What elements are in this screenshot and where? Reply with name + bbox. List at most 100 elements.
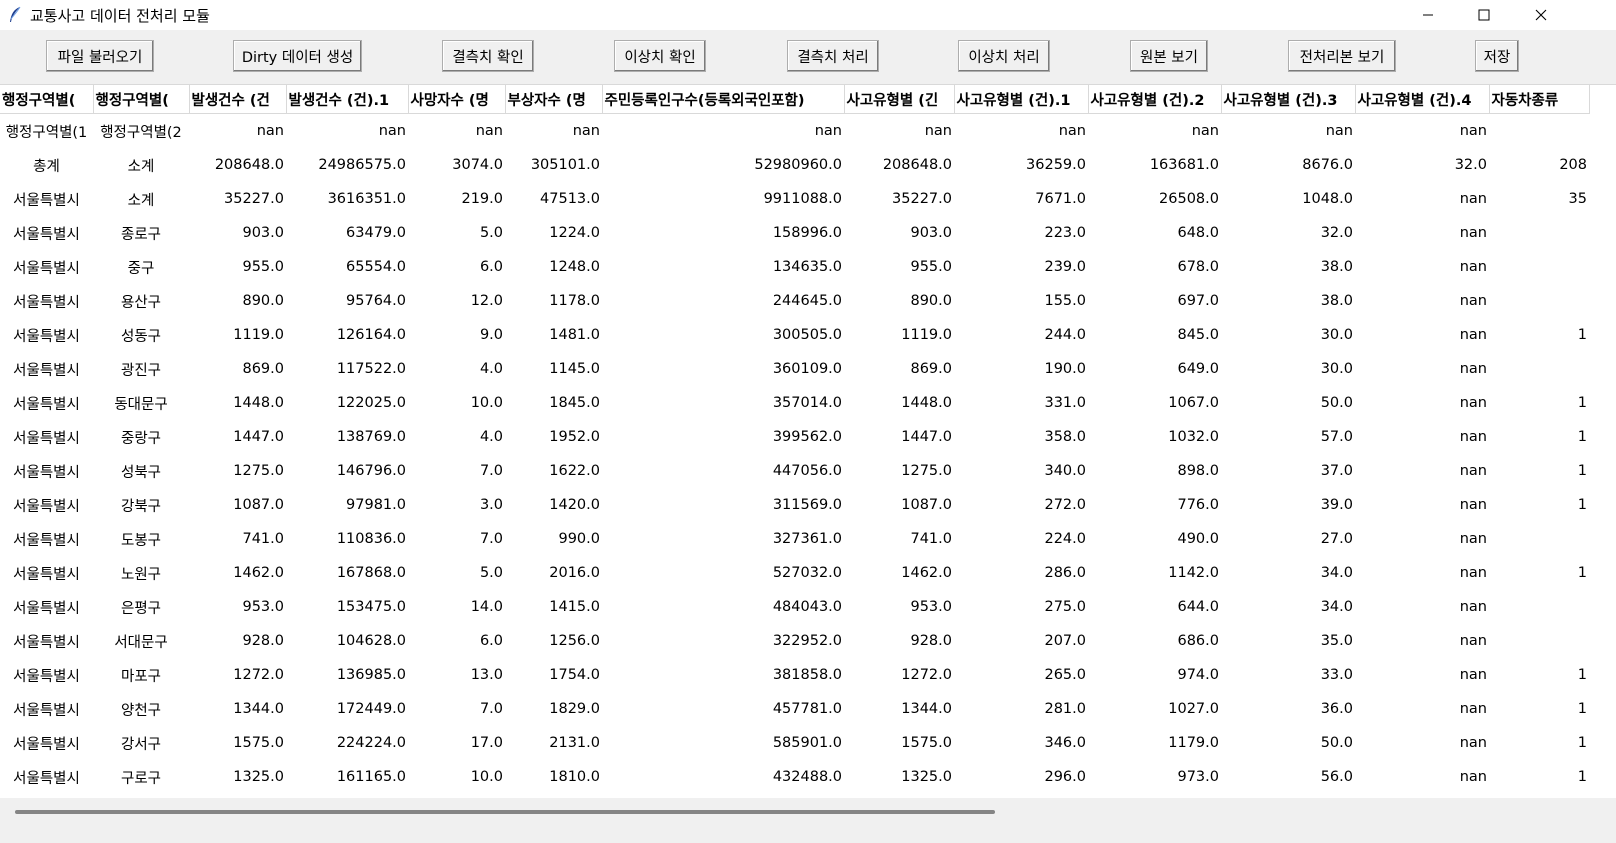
column-header[interactable]: 사고유형별 (건).4 — [1355, 85, 1490, 114]
column-header[interactable]: 주민등록인구수(등록외국인포함) — [602, 85, 845, 114]
handle-outliers-button[interactable]: 이상치 처리 — [958, 40, 1050, 72]
column-header[interactable]: 사고유형별 (건).3 — [1221, 85, 1356, 114]
table-cell: 117522.0 — [336, 361, 406, 377]
table-cell: nan — [1459, 667, 1487, 683]
table-cell: 244645.0 — [772, 293, 842, 309]
table-row[interactable]: 서울특별시 중랑구 1447.0 138769.0 4.0 1952.0 399562.0 1… — [0, 420, 1589, 454]
table-cell: 63479.0 — [346, 225, 406, 241]
table-cell: 총계 — [33, 158, 60, 175]
table-row[interactable]: 총계 소계 208648.0 24986575.0 3074.0 305101.0 5298… — [0, 148, 1589, 182]
table-row[interactable]: 서울특별시 성북구 1275.0 146796.0 7.0 1622.0 447056.0 1… — [0, 454, 1589, 488]
table-cell: 686.0 — [1177, 633, 1219, 649]
table-cell: 275.0 — [1044, 599, 1086, 615]
table-cell: 432488.0 — [772, 769, 842, 785]
table-row[interactable]: 서울특별시 종로구 903.0 63479.0 5.0 1224.0 158996.0 903… — [0, 216, 1589, 250]
table-cell: 양천구 — [120, 702, 162, 719]
table-cell: 10.0 — [470, 769, 503, 785]
table-cell: 1448.0 — [233, 395, 284, 411]
table-cell: 136985.0 — [336, 667, 406, 683]
table-cell: 1344.0 — [233, 701, 284, 717]
column-header[interactable]: 사고유형별 (긴 — [844, 85, 955, 114]
minimize-button[interactable] — [1405, 0, 1451, 30]
column-header[interactable]: 행정구역별( — [93, 85, 190, 114]
view-processed-button[interactable]: 전처리본 보기 — [1288, 40, 1396, 72]
table-cell: 13.0 — [470, 667, 503, 683]
table-row[interactable]: 서울특별시 중구 955.0 65554.0 6.0 1248.0 134635.0 955.… — [0, 250, 1589, 284]
view-original-button[interactable]: 원본 보기 — [1130, 40, 1208, 72]
table-cell: 1 — [1577, 429, 1587, 445]
table-cell: 1 — [1577, 463, 1587, 479]
table-row[interactable]: 서울특별시 광진구 869.0 117522.0 4.0 1145.0 360109.0 86… — [0, 352, 1589, 386]
table-cell: 1 — [1577, 667, 1587, 683]
save-button[interactable]: 저장 — [1475, 40, 1519, 72]
table-cell: 110836.0 — [336, 531, 406, 547]
table-cell — [1489, 284, 1589, 318]
table-cell: 845.0 — [1177, 327, 1219, 343]
table-cell: 1325.0 — [233, 769, 284, 785]
table-row[interactable]: 서울특별시 소계 35227.0 3616351.0 219.0 47513.0 99110… — [0, 182, 1589, 216]
table-cell: 776.0 — [1177, 497, 1219, 513]
table-cell: 1 — [1577, 701, 1587, 717]
column-header[interactable]: 발생건수 (건).1 — [286, 85, 409, 114]
table-row[interactable]: 서울특별시 양천구 1344.0 172449.0 7.0 1829.0 457781.0 1… — [0, 692, 1589, 726]
table-cell: nan — [1191, 123, 1219, 139]
table-cell: 38.0 — [1320, 293, 1353, 309]
table-cell: 1178.0 — [549, 293, 600, 309]
generate-dirty-data-button[interactable]: Dirty 데이터 생성 — [233, 40, 362, 72]
table-cell: 서울특별시 — [13, 668, 80, 685]
column-header[interactable]: 행정구역별( — [0, 85, 94, 114]
table-cell: 광진구 — [120, 362, 162, 379]
table-cell: 서울특별시 — [13, 430, 80, 447]
table-cell: 167868.0 — [336, 565, 406, 581]
table-row[interactable]: 서울특별시 용산구 890.0 95764.0 12.0 1178.0 244645.0 89… — [0, 284, 1589, 318]
table-cell: nan — [572, 123, 600, 139]
toolbar: 파일 불러오기 Dirty 데이터 생성 결측치 확인 이상치 확인 결측치 처… — [0, 30, 1616, 80]
table-cell: 649.0 — [1177, 361, 1219, 377]
table-cell — [1489, 522, 1589, 556]
table-cell: 용산구 — [120, 294, 162, 311]
table-row[interactable]: 서울특별시 강서구 1575.0 224224.0 17.0 2131.0 585901.0… — [0, 726, 1589, 760]
table-cell: nan — [1459, 769, 1487, 785]
table-cell: nan — [1058, 123, 1086, 139]
table-row[interactable]: 행정구역별(1 행정구역별(2 nan nan nan nan nan nan nan nan na… — [0, 114, 1589, 149]
maximize-button[interactable] — [1461, 0, 1507, 30]
column-header[interactable]: 자동차종류 — [1489, 85, 1590, 114]
column-header[interactable]: 사고유형별 (건).2 — [1088, 85, 1222, 114]
table-row[interactable]: 서울특별시 강북구 1087.0 97981.0 3.0 1420.0 311569.0 10… — [0, 488, 1589, 522]
table-cell: nan — [1459, 565, 1487, 581]
table-cell: 서울특별시 — [13, 770, 80, 787]
table-row[interactable]: 서울특별시 마포구 1272.0 136985.0 13.0 1754.0 381858.0… — [0, 658, 1589, 692]
table-row[interactable]: 서울특별시 동대문구 1448.0 122025.0 10.0 1845.0 357014.… — [0, 386, 1589, 420]
table-cell: 1248.0 — [549, 259, 600, 275]
table-cell: 138769.0 — [336, 429, 406, 445]
check-outliers-button[interactable]: 이상치 확인 — [614, 40, 706, 72]
table-cell: 32.0 — [1320, 225, 1353, 241]
column-header[interactable]: 사망자수 (명 — [408, 85, 506, 114]
column-header[interactable]: 발생건수 (건 — [189, 85, 287, 114]
table-cell: 1272.0 — [233, 667, 284, 683]
close-button[interactable] — [1518, 0, 1564, 30]
table-row[interactable]: 서울특별시 성동구 1119.0 126164.0 9.0 1481.0 300505.0 1… — [0, 318, 1589, 352]
table-cell: 14.0 — [470, 599, 503, 615]
table-row[interactable]: 서울특별시 은평구 953.0 153475.0 14.0 1415.0 484043.0 9… — [0, 590, 1589, 624]
table-row[interactable]: 서울특별시 노원구 1462.0 167868.0 5.0 2016.0 527032.0 1… — [0, 556, 1589, 590]
table-cell: 208 — [1559, 157, 1587, 173]
table-row[interactable]: 서울특별시 도봉구 741.0 110836.0 7.0 990.0 327361.0 741… — [0, 522, 1589, 556]
data-table[interactable]: 행정구역별(행정구역별(발생건수 (건 발생건수 (건).1 사망자수 (명 부상자수… — [0, 84, 1616, 799]
column-header[interactable]: 사고유형별 (건).1 — [954, 85, 1089, 114]
table-cell: 37.0 — [1320, 463, 1353, 479]
table-cell — [1489, 216, 1589, 250]
handle-missing-button[interactable]: 결측치 처리 — [787, 40, 879, 72]
column-header[interactable]: 부상자수 (명 — [505, 85, 603, 114]
table-cell: 1027.0 — [1168, 701, 1219, 717]
horizontal-scrollbar[interactable] — [0, 798, 1616, 843]
table-cell: 126164.0 — [336, 327, 406, 343]
table-cell: 1032.0 — [1168, 429, 1219, 445]
check-missing-button[interactable]: 결측치 확인 — [442, 40, 534, 72]
table-cell: 381858.0 — [772, 667, 842, 683]
table-cell: 928.0 — [910, 633, 952, 649]
scrollbar-thumb[interactable] — [15, 810, 995, 814]
table-row[interactable]: 서울특별시 서대문구 928.0 104628.0 6.0 1256.0 322952.0 9… — [0, 624, 1589, 658]
table-row[interactable]: 서울특별시 구로구 1325.0 161165.0 10.0 1810.0 432488.0… — [0, 760, 1589, 794]
load-file-button[interactable]: 파일 불러오기 — [46, 40, 154, 72]
